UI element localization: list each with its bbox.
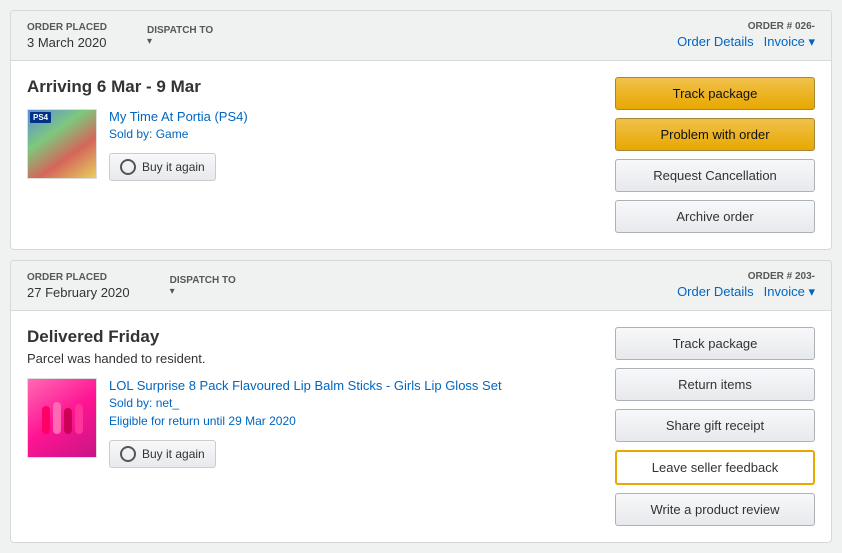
sold-by-2: Sold by: net_ bbox=[109, 396, 599, 410]
arriving-subtitle-2: Parcel was handed to resident. bbox=[27, 351, 599, 366]
buy-again-btn-2[interactable]: Buy it again bbox=[109, 440, 216, 468]
track-package-btn-1[interactable]: Track package bbox=[615, 77, 815, 110]
return-items-btn[interactable]: Return items bbox=[615, 368, 815, 401]
product-image-1: PS4 bbox=[27, 109, 97, 179]
order-placed-group-1: ORDER PLACED 3 March 2020 bbox=[27, 22, 107, 50]
problem-order-btn-1[interactable]: Problem with order bbox=[615, 118, 815, 151]
order-info-1: Arriving 6 Mar - 9 Mar PS4 My Time At Po… bbox=[27, 77, 599, 233]
track-package-btn-2[interactable]: Track package bbox=[615, 327, 815, 360]
order-number-label-2: ORDER # 203- bbox=[748, 271, 815, 282]
leave-seller-feedback-btn[interactable]: Leave seller feedback bbox=[615, 450, 815, 485]
recycle-icon-1 bbox=[120, 159, 136, 175]
dispatch-label-2: DISPATCH TO bbox=[170, 275, 236, 286]
arriving-title-2: Delivered Friday bbox=[27, 327, 599, 347]
product-image-2 bbox=[27, 378, 97, 458]
lol-stick-3 bbox=[64, 408, 72, 434]
product-details-1: My Time At Portia (PS4) Sold by: Game Bu… bbox=[109, 109, 599, 181]
order-placed-group-2: ORDER PLACED 27 February 2020 bbox=[27, 272, 130, 300]
product-row-1: PS4 My Time At Portia (PS4) Sold by: Gam… bbox=[27, 109, 599, 181]
order-card-1: ORDER PLACED 3 March 2020 DISPATCH TO ▾ … bbox=[10, 10, 832, 250]
archive-order-btn[interactable]: Archive order bbox=[615, 200, 815, 233]
sold-by-link-2[interactable]: net_ bbox=[156, 396, 179, 410]
order-number-group-1: ORDER # 026- Order Details Invoice ▾ bbox=[677, 21, 815, 50]
order-placed-date-1: 3 March 2020 bbox=[27, 35, 107, 50]
share-gift-receipt-btn[interactable]: Share gift receipt bbox=[615, 409, 815, 442]
lol-sticks bbox=[42, 402, 83, 434]
request-cancellation-btn[interactable]: Request Cancellation bbox=[615, 159, 815, 192]
return-link[interactable]: return bbox=[168, 414, 199, 428]
order-body-2: Delivered Friday Parcel was handed to re… bbox=[11, 311, 831, 542]
ps4-cover: PS4 bbox=[28, 110, 96, 178]
sold-by-1: Sold by: Game bbox=[109, 127, 599, 141]
lol-stick-2 bbox=[53, 402, 61, 434]
buy-again-btn-1[interactable]: Buy it again bbox=[109, 153, 216, 181]
order-actions-1: Track package Problem with order Request… bbox=[615, 77, 815, 233]
product-title-1[interactable]: My Time At Portia (PS4) bbox=[109, 109, 599, 124]
order-number-group-2: ORDER # 203- Order Details Invoice ▾ bbox=[677, 271, 815, 300]
order-placed-label-2: ORDER PLACED bbox=[27, 272, 130, 283]
sold-by-link-1[interactable]: Game bbox=[156, 127, 189, 141]
order-header-links-2: Order Details Invoice ▾ bbox=[677, 284, 815, 300]
invoice-link-1[interactable]: Invoice ▾ bbox=[764, 34, 815, 50]
order-number-label-1: ORDER # 026- bbox=[748, 21, 815, 32]
dispatch-group-2: DISPATCH TO ▾ bbox=[170, 275, 236, 297]
order-details-link-2[interactable]: Order Details bbox=[677, 284, 754, 300]
lol-cover bbox=[28, 379, 96, 457]
dispatch-group-1: DISPATCH TO ▾ bbox=[147, 25, 213, 47]
order-placed-label-1: ORDER PLACED bbox=[27, 22, 107, 33]
arriving-title-1: Arriving 6 Mar - 9 Mar bbox=[27, 77, 599, 97]
product-details-2: LOL Surprise 8 Pack Flavoured Lip Balm S… bbox=[109, 378, 599, 468]
recycle-icon-2 bbox=[120, 446, 136, 462]
ps4-label: PS4 bbox=[30, 112, 51, 123]
dispatch-chevron-2[interactable]: ▾ bbox=[170, 286, 236, 297]
order-placed-date-2: 27 February 2020 bbox=[27, 285, 130, 300]
order-info-2: Delivered Friday Parcel was handed to re… bbox=[27, 327, 599, 526]
product-row-2: LOL Surprise 8 Pack Flavoured Lip Balm S… bbox=[27, 378, 599, 468]
order-details-link-1[interactable]: Order Details bbox=[677, 34, 754, 50]
eligible-return: Eligible for return until 29 Mar 2020 bbox=[109, 414, 599, 428]
lol-stick-4 bbox=[75, 404, 83, 434]
order-body-1: Arriving 6 Mar - 9 Mar PS4 My Time At Po… bbox=[11, 61, 831, 249]
dispatch-chevron-1[interactable]: ▾ bbox=[147, 36, 213, 47]
order-actions-2: Track package Return items Share gift re… bbox=[615, 327, 815, 526]
product-title-2[interactable]: LOL Surprise 8 Pack Flavoured Lip Balm S… bbox=[109, 378, 599, 393]
order-header-1: ORDER PLACED 3 March 2020 DISPATCH TO ▾ … bbox=[11, 11, 831, 61]
order-card-2: ORDER PLACED 27 February 2020 DISPATCH T… bbox=[10, 260, 832, 543]
invoice-link-2[interactable]: Invoice ▾ bbox=[764, 284, 815, 300]
order-header-links-1: Order Details Invoice ▾ bbox=[677, 34, 815, 50]
dispatch-label-1: DISPATCH TO bbox=[147, 25, 213, 36]
lol-stick-1 bbox=[42, 406, 50, 434]
order-header-2: ORDER PLACED 27 February 2020 DISPATCH T… bbox=[11, 261, 831, 311]
